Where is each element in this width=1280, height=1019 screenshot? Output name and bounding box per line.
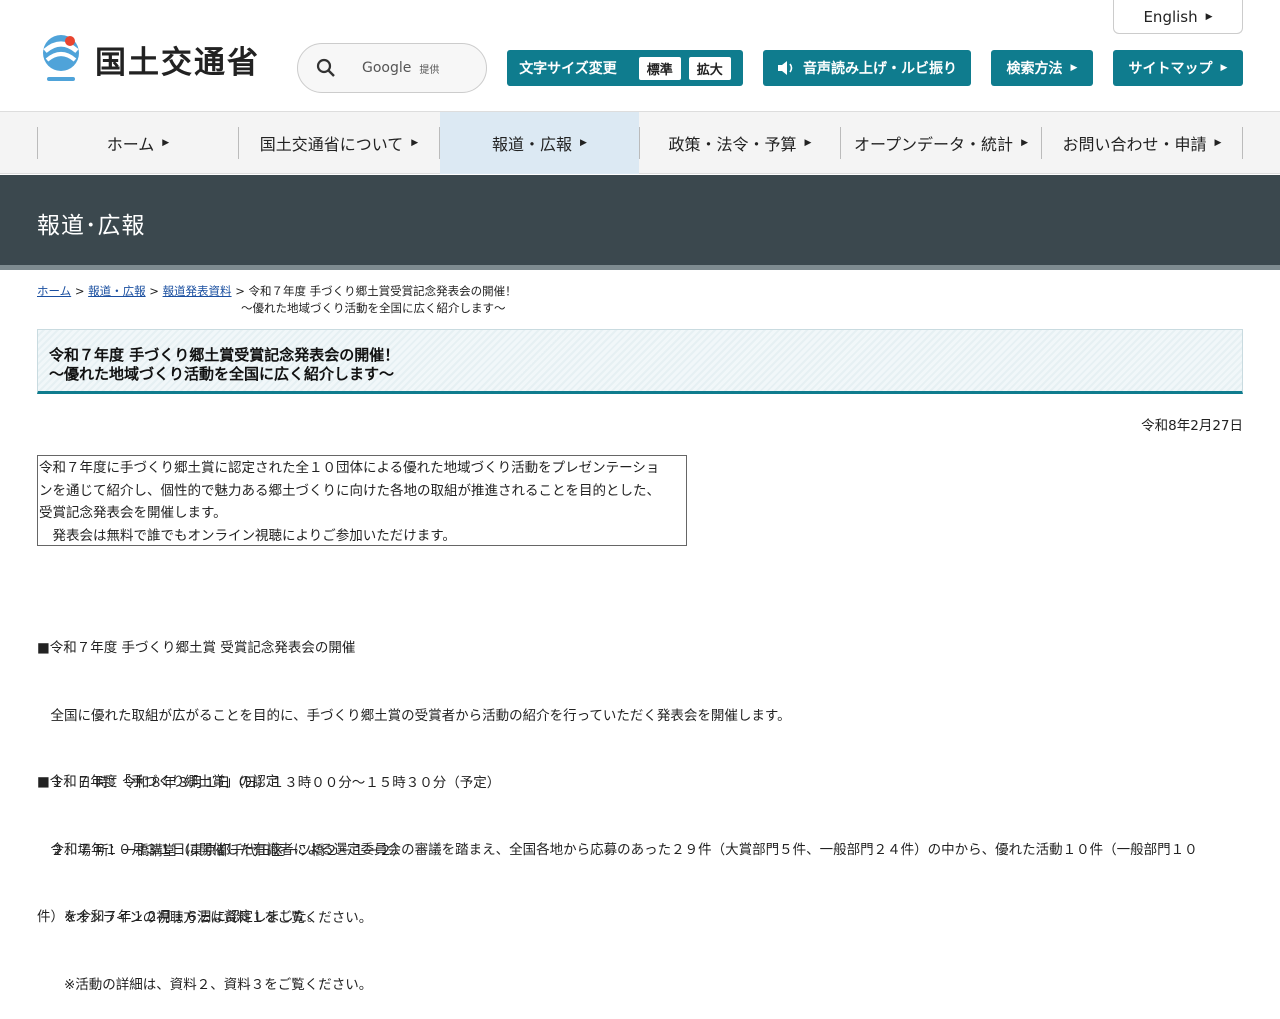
nav-item-label: お問い合わせ・申請 <box>1062 135 1207 154</box>
breadcrumb-link-releases[interactable]: 報道発表資料 <box>163 284 232 298</box>
summary-line: 発表会は無料で誰でもオンライン視聴によりご参加いただけます。 <box>39 527 456 544</box>
nav-item-label: ホーム <box>106 135 155 154</box>
triangle-right-icon: ▶ <box>1214 138 1222 148</box>
nav-item-press[interactable]: 報道・広報 ▶ <box>440 112 639 174</box>
search-provider-sub: 提供 <box>419 64 440 76</box>
font-size-standard-button[interactable]: 標準 <box>638 56 681 80</box>
triangle-right-icon: ▶ <box>1021 138 1028 148</box>
banner-divider <box>0 265 1280 270</box>
nav-item-label: 国土交通省について <box>259 135 404 154</box>
nav-item-policy[interactable]: 政策・法令・予算 ▶ <box>640 112 840 174</box>
section-certification: ■令和７年度「手づくり郷土賞」の認定 令和７年１０月３１日に開催した有識者による… <box>37 726 1198 1019</box>
article-title-box: 令和７年度 手づくり郷土賞受賞記念発表会の開催！ ～優れた地域づくり活動を全国に… <box>37 329 1243 394</box>
nav-item-opendata[interactable]: オープンデータ・統計 ▶ <box>841 112 1041 174</box>
breadcrumb-current-line2: ～優れた地域づくり活動を全国に広く紹介します～ <box>241 301 506 315</box>
breadcrumb-separator: > <box>74 284 85 298</box>
triangle-right-icon: ▶ <box>162 138 170 148</box>
search-icon[interactable] <box>316 58 336 78</box>
nav-item-home[interactable]: ホーム ▶ <box>38 112 238 174</box>
breadcrumb-separator: > <box>235 284 245 298</box>
triangle-right-icon: ▶ <box>804 138 812 148</box>
site-logo[interactable]: 国土交通省 <box>37 33 260 85</box>
article-subtitle: ～優れた地域づくり活動を全国に広く紹介します～ <box>49 365 395 383</box>
speech-ruby-button[interactable]: 音声読み上げ・ルビ振り <box>763 50 971 86</box>
font-size-label: 文字サイズ変更 <box>519 61 617 77</box>
triangle-right-icon: ▶ <box>1070 63 1078 73</box>
breadcrumb-separator: > <box>149 284 159 298</box>
breadcrumb: ホーム > 報道・広報 > 報道発表資料 > 令和７年度 手づくり郷土賞受賞記念… <box>37 283 517 300</box>
search-provider: Google <box>362 60 412 76</box>
body-line: 令和７年１０月３１日に開催した有識者による選定委員会の審議を踏まえ、全国各地から… <box>37 841 1198 858</box>
search-method-button[interactable]: 検索方法 ▶ <box>991 50 1093 86</box>
sitemap-label: サイトマップ <box>1128 61 1213 77</box>
breadcrumb-current: 令和７年度 手づくり郷土賞受賞記念発表会の開催！ <box>248 284 517 298</box>
nav-item-label: オープンデータ・統計 <box>854 135 1014 154</box>
logo-text: 国土交通省 <box>95 44 260 81</box>
nav-divider <box>1242 127 1243 159</box>
summary-line: 令和７年度に手づくり郷土賞に認定された全１０団体による優れた地域づくり活動をプレ… <box>39 460 660 476</box>
nav-item-label: 政策・法令・予算 <box>668 135 797 154</box>
nav-item-contact[interactable]: お問い合わせ・申請 ▶ <box>1042 112 1242 174</box>
section-banner: 報道･広報 <box>0 175 1280 265</box>
global-nav: ホーム ▶ 国土交通省について ▶ 報道・広報 ▶ 政策・法令・予算 ▶ オープンデータ… <box>0 112 1280 174</box>
body-line: 件）を令和７年１２月１６日に認定しました。 <box>37 909 321 925</box>
summary-box: 令和７年度に手づくり郷土賞に認定された全１０団体による優れた地域づくり活動をプレ… <box>37 455 687 546</box>
english-button[interactable]: English ▶ <box>1113 0 1243 34</box>
breadcrumb-link-press[interactable]: 報道・広報 <box>88 284 146 298</box>
triangle-right-icon: ▶ <box>580 138 587 148</box>
sitemap-button[interactable]: サイトマップ ▶ <box>1113 50 1243 86</box>
font-size-control: 文字サイズ変更 標準 拡大 <box>507 50 743 86</box>
section-title: 報道･広報 <box>37 213 146 239</box>
body-line: ※活動の詳細は、資料２、資料３をご覧ください。 <box>37 976 373 993</box>
summary-line: ンを通じて紹介し、個性的で魅力ある郷土づくりに向けた各地の取組が推進されることを… <box>39 482 660 499</box>
summary-line: 受賞記念発表会を開催します。 <box>39 505 227 521</box>
site-header: 国土交通省 Google 提供 English ▶ 文字サイズ変更 標準 拡大 … <box>0 0 1280 112</box>
publish-date: 令和8年2月27日 <box>1141 418 1243 434</box>
body-line: 全国に優れた取組が広がることを目的に、手づくり郷土賞の受賞者から活動の紹介を行っ… <box>37 707 791 724</box>
section-heading: ■令和７年度「手づくり郷土賞」の認定 <box>37 774 280 790</box>
section-heading: ■令和７年度 手づくり郷土賞 受賞記念発表会の開催 <box>37 640 356 656</box>
triangle-right-icon: ▶ <box>411 138 419 148</box>
speaker-icon <box>778 61 793 75</box>
site-search[interactable]: Google 提供 <box>297 43 487 93</box>
speech-label: 音声読み上げ・ルビ振り <box>803 61 957 77</box>
search-method-label: 検索方法 <box>1006 61 1063 77</box>
nav-item-about[interactable]: 国土交通省について ▶ <box>239 112 439 174</box>
english-label: English <box>1143 7 1198 26</box>
triangle-right-icon: ▶ <box>1220 63 1228 73</box>
triangle-right-icon: ▶ <box>1205 11 1213 22</box>
nav-item-label: 報道・広報 <box>492 135 573 154</box>
mlit-logo-icon <box>43 35 79 81</box>
article-title: 令和７年度 手づくり郷土賞受賞記念発表会の開催！ <box>49 346 400 364</box>
font-size-large-button[interactable]: 拡大 <box>688 56 731 80</box>
breadcrumb-link-home[interactable]: ホーム <box>37 284 71 298</box>
